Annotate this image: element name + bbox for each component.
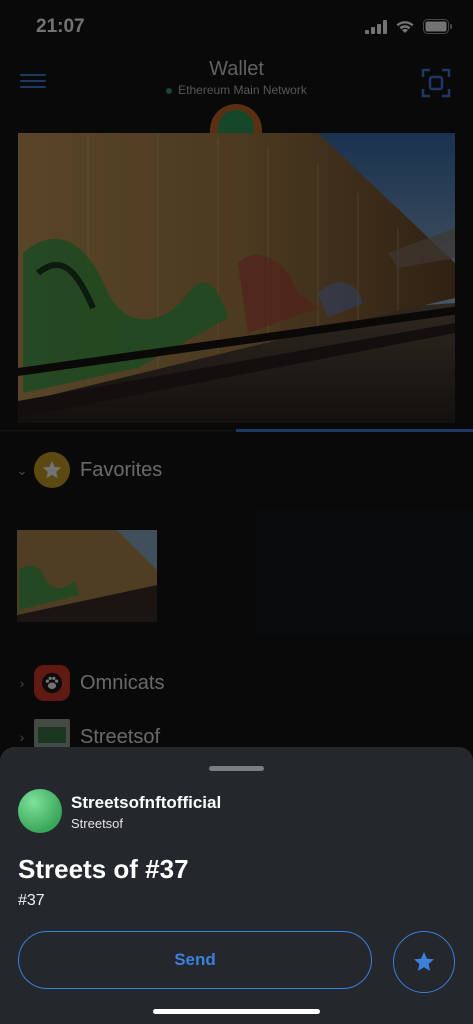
star-icon xyxy=(34,452,70,488)
collection-name: Streetsofnftofficial xyxy=(71,793,222,812)
signal-icon xyxy=(365,19,387,34)
collection-label: Favorites xyxy=(80,458,163,481)
page-title: Wallet xyxy=(209,58,264,80)
star-icon xyxy=(414,952,434,971)
nft-hero-image xyxy=(18,133,455,423)
sheet-grabber[interactable] xyxy=(209,766,264,771)
network-indicator[interactable]: Ethereum Main Network xyxy=(0,83,473,97)
nft-token-id: #37 xyxy=(18,892,45,909)
paw-icon xyxy=(34,665,70,701)
favorite-button[interactable] xyxy=(393,931,455,993)
wallet-background-view: Wallet Ethereum Main Network ⌄ Favorites… xyxy=(0,56,473,756)
network-label: Ethereum Main Network xyxy=(178,83,307,97)
battery-icon xyxy=(423,19,452,34)
collection-row-omnicats[interactable]: › Omnicats xyxy=(0,663,473,703)
status-bar: 21:07 xyxy=(0,0,473,56)
status-time: 21:07 xyxy=(36,16,85,37)
tab-active-indicator xyxy=(236,429,473,432)
send-button-label: Send xyxy=(174,950,216,969)
nft-title: Streets of #37 xyxy=(18,854,189,884)
status-icons xyxy=(365,19,453,34)
chevron-right-icon: › xyxy=(19,675,25,691)
favorite-nft-thumbnail[interactable] xyxy=(17,530,157,622)
collection-label: Omnicats xyxy=(80,671,165,694)
send-button[interactable]: Send xyxy=(18,931,372,989)
network-status-dot xyxy=(166,87,173,94)
wifi-icon xyxy=(396,21,414,33)
collection-short-name: Streetsof xyxy=(71,816,124,831)
nft-detail-sheet: Streetsofnftofficial Streetsof Streets o… xyxy=(0,747,473,1024)
chevron-down-icon: ⌄ xyxy=(16,461,28,478)
home-indicator[interactable] xyxy=(153,1009,320,1014)
collection-label: Streetsof xyxy=(80,725,161,748)
chevron-right-icon: › xyxy=(19,729,25,745)
scan-icon[interactable] xyxy=(421,68,451,98)
collection-avatar xyxy=(18,789,62,833)
collection-row-favorites[interactable]: ⌄ Favorites xyxy=(0,450,473,490)
